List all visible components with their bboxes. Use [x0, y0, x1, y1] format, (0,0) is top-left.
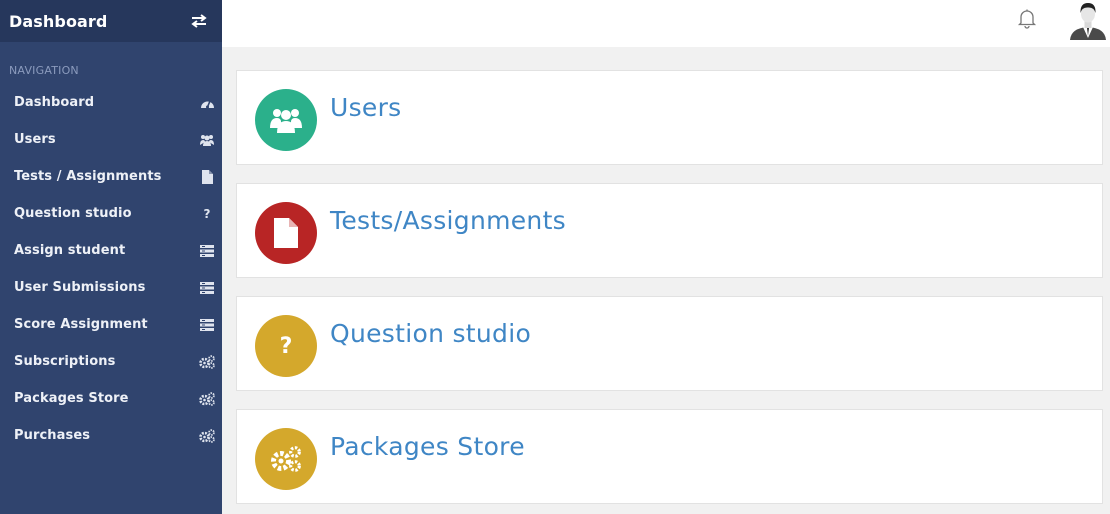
- sidebar-item-label: Packages Store: [14, 391, 129, 406]
- card-packages-store[interactable]: Packages Store: [236, 409, 1103, 504]
- sidebar-item-users[interactable]: Users: [0, 121, 222, 158]
- sidebar-item-label: Tests / Assignments: [14, 169, 162, 184]
- card-tests-assignments[interactable]: Tests/Assignments: [236, 183, 1103, 278]
- gears-icon: [199, 428, 215, 443]
- sidebar-header: Dashboard: [0, 0, 222, 42]
- topbar: [222, 0, 1110, 47]
- sidebar-item-dashboard[interactable]: Dashboard: [0, 84, 222, 121]
- question-glyph: ?: [279, 333, 293, 359]
- question-icon: ?: [203, 206, 211, 221]
- sidebar-item-question-studio[interactable]: Question studio ?: [0, 195, 222, 232]
- main-content: Users Tests/Assignments ? Question studi…: [236, 70, 1103, 514]
- dashboard-icon: [199, 96, 215, 110]
- card-title[interactable]: Question studio: [330, 319, 531, 348]
- sidebar-item-label: Assign student: [14, 243, 126, 258]
- gears-icon: [199, 354, 215, 369]
- sidebar-item-label: Subscriptions: [14, 354, 116, 369]
- sidebar-item-label: Score Assignment: [14, 317, 148, 332]
- list-icon: [199, 244, 215, 258]
- sidebar-item-packages-store[interactable]: Packages Store: [0, 380, 222, 417]
- card-question-studio[interactable]: ? Question studio: [236, 296, 1103, 391]
- nav-heading: NAVIGATION: [9, 64, 79, 77]
- file-icon: [255, 202, 317, 264]
- sidebar-item-label: User Submissions: [14, 280, 146, 295]
- list-icon: [199, 318, 215, 332]
- sidebar-item-tests-assignments[interactable]: Tests / Assignments: [0, 158, 222, 195]
- card-title[interactable]: Tests/Assignments: [330, 206, 566, 235]
- sidebar-nav: Dashboard Users Tests / Assignments Ques…: [0, 84, 222, 454]
- bell-icon[interactable]: [1015, 6, 1039, 30]
- list-icon: [199, 281, 215, 295]
- sidebar-item-subscriptions[interactable]: Subscriptions: [0, 343, 222, 380]
- file-icon: [199, 169, 215, 184]
- brand-title[interactable]: Dashboard: [9, 12, 107, 31]
- sidebar-item-label: Question studio: [14, 206, 132, 221]
- question-icon: ?: [255, 315, 317, 377]
- users-icon: [255, 89, 317, 151]
- toggle-arrows-icon[interactable]: [190, 13, 208, 29]
- gears-icon: [199, 391, 215, 406]
- sidebar-item-label: Users: [14, 132, 56, 147]
- gears-icon: [255, 428, 317, 490]
- sidebar: Dashboard NAVIGATION Dashboard Users Tes…: [0, 0, 222, 514]
- users-icon: [199, 133, 215, 147]
- sidebar-item-assign-student[interactable]: Assign student: [0, 232, 222, 269]
- card-title[interactable]: Packages Store: [330, 432, 525, 461]
- avatar[interactable]: [1068, 0, 1108, 40]
- card-users[interactable]: Users: [236, 70, 1103, 165]
- sidebar-item-label: Purchases: [14, 428, 91, 443]
- sidebar-item-score-assignment[interactable]: Score Assignment: [0, 306, 222, 343]
- sidebar-item-user-submissions[interactable]: User Submissions: [0, 269, 222, 306]
- card-title[interactable]: Users: [330, 93, 402, 122]
- sidebar-item-purchases[interactable]: Purchases: [0, 417, 222, 454]
- sidebar-item-label: Dashboard: [14, 95, 95, 110]
